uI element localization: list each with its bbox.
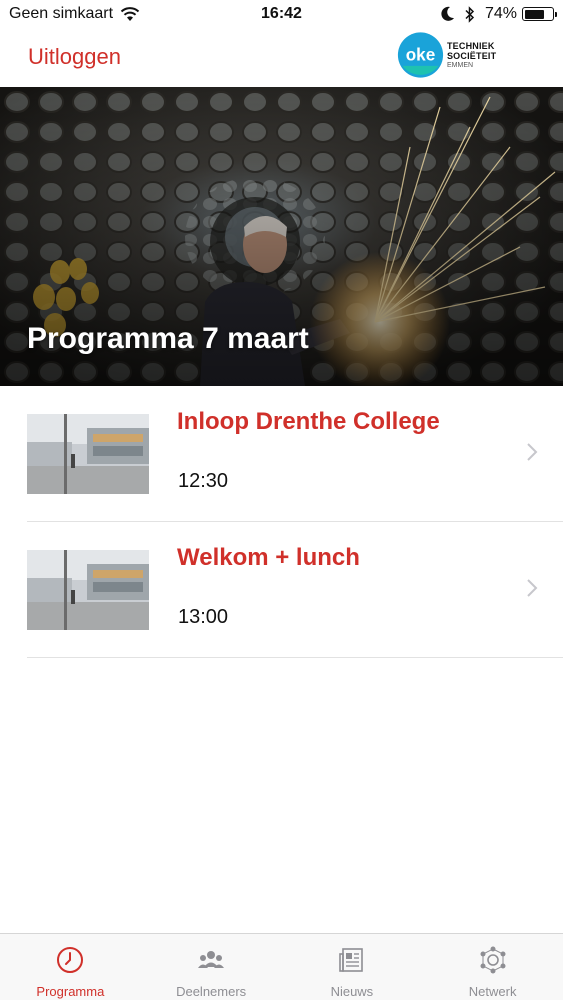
program-item-lunch[interactable]: Welkom + lunch 13:00 [27,522,563,658]
tab-label: Programma [36,984,105,999]
program-item-time: 13:00 [178,606,229,628]
tab-deelnemers[interactable]: Deelnemers [141,934,282,1000]
tab-label: Deelnemers [176,984,247,999]
moon-icon [441,6,454,21]
logo-mark: oke [397,32,444,78]
tab-nieuws[interactable]: Nieuws [282,934,423,1000]
network-icon [480,946,506,974]
logo-place: EMMEN [446,62,474,69]
logo: oke TECHNIEK SOCIËTEIT EMMEN [397,28,537,82]
chevron-right-icon [527,579,538,597]
hero-banner: Programma 7 maart [0,87,563,386]
program-item-title: Inloop Drenthe College [177,408,440,435]
logo-name: TECHNIEK SOCIËTEIT [446,41,497,61]
program-item-time: 12:30 [178,470,229,492]
battery-percent: 74% [484,5,517,22]
tab-programma[interactable]: Programma [0,934,141,1000]
battery-fill [524,9,545,19]
program-item-thumbnail [27,550,149,630]
battery-icon [522,7,557,21]
logout-button[interactable]: Uitloggen [28,44,121,70]
tab-label: Netwerk [468,984,517,999]
newspaper-icon [339,948,363,972]
chevron-right-icon [527,443,538,461]
bluetooth-icon [465,5,475,23]
status-bar: Geen simkaart 16:42 74% [0,0,563,30]
program-list: Inloop Drenthe College 12:30 Welkom + lu… [0,386,563,658]
program-item-inloop[interactable]: Inloop Drenthe College 12:30 [27,386,563,522]
tab-bar: Programma Deelnemers Nieuws Netwerk [0,933,563,1000]
program-item-title: Welkom + lunch [177,544,360,571]
logo-mark-text: oke [406,44,436,64]
clock-icon [57,947,84,973]
tab-netwerk[interactable]: Netwerk [422,934,563,1000]
people-icon [198,951,225,968]
status-right: 74% [441,5,557,23]
nav-bar: Uitloggen oke TECHNIEK SOCIËTEIT EMMEN [0,30,563,87]
program-item-thumbnail [27,414,149,494]
hero-title: Programma 7 maart [27,322,309,355]
tab-label: Nieuws [330,984,374,999]
